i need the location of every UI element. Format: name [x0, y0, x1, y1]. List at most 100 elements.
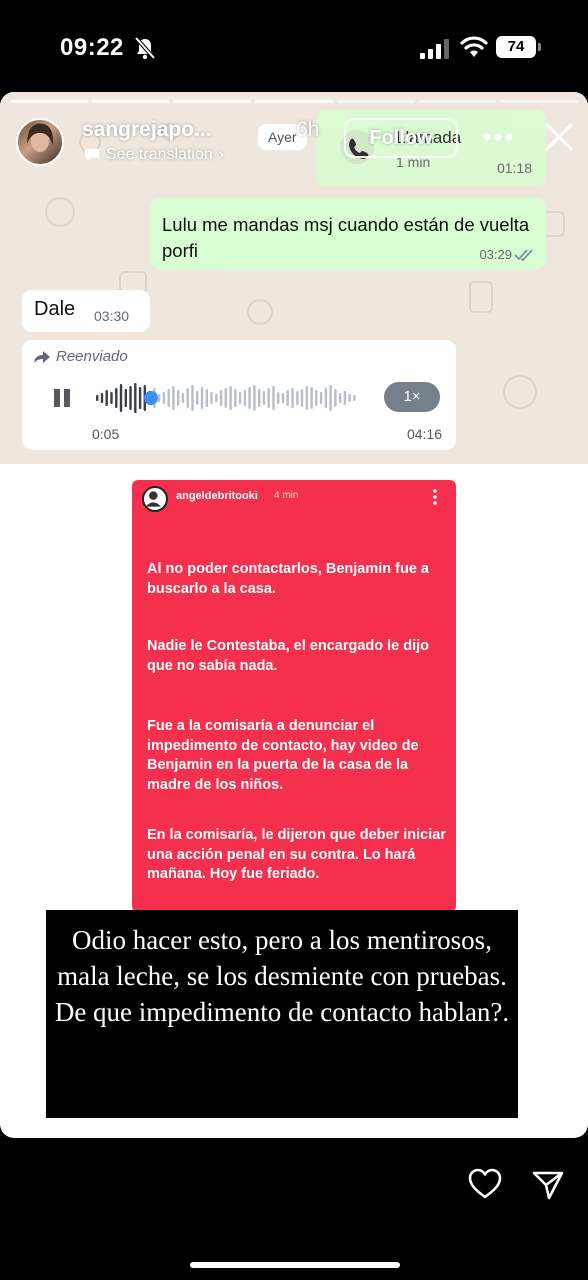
double-check-icon: [514, 249, 533, 261]
waveform-bar: [258, 389, 261, 407]
waveform-bar: [186, 388, 189, 408]
waveform-bar: [134, 383, 137, 413]
embedded-paragraph: En la comisaría, le dijeron que deber in…: [147, 827, 446, 882]
waveform-bar: [343, 391, 347, 405]
story-header: sangrejapo... 6h See translation › Follo…: [0, 112, 588, 172]
username[interactable]: sangrejapo...: [82, 118, 212, 142]
translate-icon: [85, 149, 99, 161]
close-icon[interactable]: [544, 122, 574, 152]
waveform-bar: [281, 393, 285, 403]
waveform-bar: [277, 392, 280, 404]
waveform-bar: [177, 390, 180, 406]
waveform-bar: [324, 388, 328, 408]
waveform-bar: [162, 392, 166, 404]
waveform-bar: [172, 386, 175, 410]
avatar-photo: [27, 123, 54, 153]
waveform-bar: [191, 385, 194, 411]
story-caption: Odio hacer esto, pero a los mentirosos, …: [46, 910, 518, 1118]
embedded-more-icon: [433, 489, 437, 505]
see-translation-text: See translation: [106, 146, 213, 163]
waveform-bar: [267, 388, 270, 408]
forwarded-label: Reenviado: [34, 348, 128, 365]
story-progress-segment: [173, 100, 252, 103]
waveform-bar: [291, 388, 294, 408]
embedded-story-screenshot: angeldebritooki 4 min Al no poder contac…: [132, 480, 456, 912]
waveform-bar: [310, 387, 313, 409]
waveform-bar: [248, 387, 251, 409]
waveform-bar: [105, 390, 108, 406]
follow-button[interactable]: Follow: [344, 118, 458, 158]
waveform-bar: [215, 394, 218, 402]
waveform-bar: [167, 389, 170, 407]
wifi-icon: [460, 36, 488, 57]
signal-icon: [420, 39, 449, 59]
story-progress-segment: [418, 100, 497, 103]
story-progress-segment: [255, 100, 333, 103]
waveform-bar: [238, 392, 242, 404]
waveform-bar: [224, 388, 227, 408]
embedded-avatar: [142, 486, 168, 512]
pause-icon: [54, 389, 70, 407]
story-progress-segment: [91, 100, 170, 103]
chevron-right-icon: ›: [218, 146, 225, 163]
embedded-paragraph: Nadie le Contestaba, el encargado le dij…: [147, 638, 430, 674]
waveform-bar: [196, 391, 199, 405]
more-options-icon[interactable]: [482, 132, 514, 142]
heart-icon[interactable]: [468, 1168, 502, 1200]
story-progress-segment: [10, 100, 88, 103]
waveform-bar: [200, 387, 204, 409]
waveform-bar: [119, 384, 123, 412]
story-progress-bars: [10, 100, 579, 103]
story-progress-segment: [500, 100, 579, 103]
playback-speed-badge: 1×: [384, 382, 440, 412]
waveform-bar: [205, 389, 208, 407]
story-viewer[interactable]: Ayer Llamada 1 min 01:18 Lulu me mandas …: [0, 92, 588, 1138]
waveform-bar: [229, 386, 232, 410]
waveform-bar: [157, 394, 161, 402]
battery-cap: [538, 43, 541, 51]
status-bar: 09:22 74: [0, 0, 588, 92]
outgoing-message-time: 03:29: [479, 247, 512, 262]
waveform-bar: [115, 388, 118, 408]
waveform-bar: [348, 394, 351, 402]
waveform-bar: [96, 395, 99, 401]
waveform-bar: [286, 390, 289, 406]
waveform-bar: [334, 389, 337, 407]
waveform-bar: [181, 393, 185, 403]
status-time: 09:22: [60, 34, 124, 61]
waveform-bar: [315, 390, 318, 406]
caption-text: Odio hacer esto, pero a los mentirosos, …: [54, 925, 510, 1027]
profile-avatar[interactable]: [16, 118, 64, 166]
forward-arrow-icon: [34, 350, 50, 363]
outgoing-message: Lulu me mandas msj cuando están de vuelt…: [150, 198, 546, 270]
waveform-bar: [353, 395, 356, 401]
waveform-bar: [329, 385, 332, 411]
waveform-bar: [319, 392, 323, 404]
forwarded-text: Reenviado: [56, 348, 128, 365]
voice-note: Reenviado 1× 0:05 04:16: [22, 340, 456, 450]
waveform-bar: [243, 390, 247, 406]
waveform-bar: [272, 386, 275, 410]
embedded-paragraph: Fue a la comisaría a denunciar el impedi…: [147, 718, 419, 793]
incoming-message: Dale 03:30: [22, 290, 150, 332]
playback-position-dot: [144, 391, 158, 405]
waveform-bar: [219, 390, 223, 406]
waveform-bar: [296, 391, 299, 405]
waveform-bar: [124, 389, 127, 407]
embedded-paragraph: Al no poder contactarlos, Benjamin fue a…: [147, 561, 429, 597]
embedded-time-ago: 4 min: [274, 490, 299, 501]
embedded-avatar-photo: [145, 491, 161, 507]
see-translation-link[interactable]: See translation ›: [84, 146, 224, 164]
waveform-bar: [110, 392, 113, 404]
home-indicator[interactable]: [190, 1262, 400, 1268]
waveform-bar: [234, 389, 237, 407]
waveform-bar: [253, 385, 256, 411]
story-time-ago: 6h: [296, 118, 320, 141]
send-icon[interactable]: [532, 1170, 564, 1200]
waveform-bar: [338, 393, 342, 403]
bell-slash-icon: [134, 36, 156, 60]
incoming-message-text: Dale: [34, 298, 76, 320]
waveform-bar: [305, 386, 308, 410]
voice-total: 04:16: [406, 426, 442, 442]
waveform-bar: [129, 386, 132, 410]
